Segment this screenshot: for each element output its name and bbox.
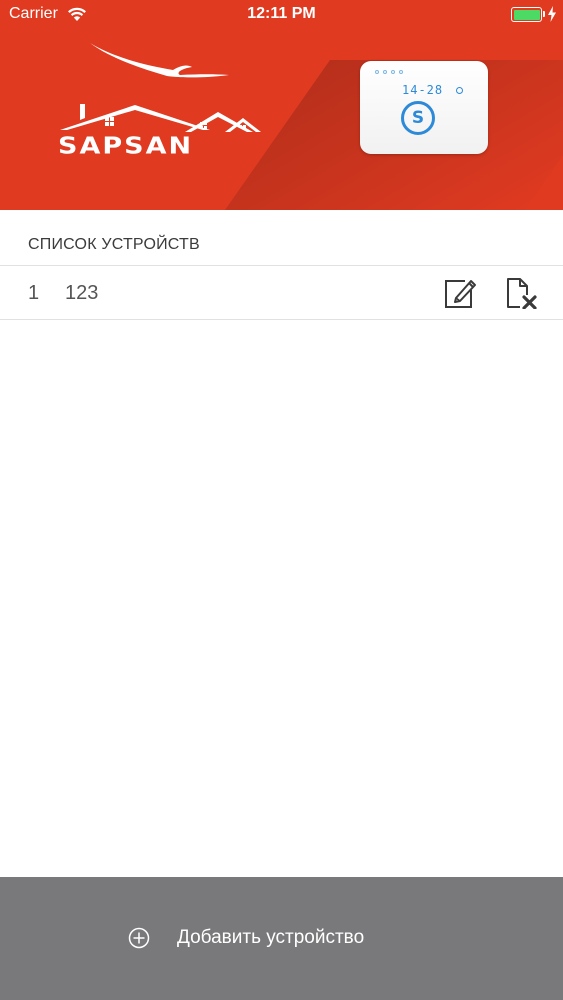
- add-device-label: Добавить устройство: [177, 927, 365, 948]
- device-leds: [375, 70, 403, 74]
- battery-icon: [511, 7, 542, 22]
- clock: 12:11 PM: [247, 5, 316, 22]
- delete-file-icon[interactable]: [505, 277, 539, 309]
- device-row[interactable]: 1 123: [0, 266, 563, 319]
- device-name: 123: [65, 282, 99, 304]
- logo-text: SAPSAN: [58, 133, 194, 160]
- device-list-title: СПИСОК УСТРОЙСТВ: [28, 236, 200, 253]
- add-device-button[interactable]: Добавить устройство: [128, 923, 364, 953]
- divider-bottom: [0, 319, 563, 320]
- charging-bolt-icon: [548, 6, 556, 22]
- device-image: 14-28 S: [360, 61, 488, 154]
- edit-icon[interactable]: [443, 277, 477, 309]
- status-bar: Carrier 12:11 PM: [0, 0, 563, 30]
- device-number: 1: [28, 282, 40, 304]
- plus-circle-icon: [128, 927, 150, 949]
- battery-tip: [543, 11, 545, 17]
- header-banner: Carrier 12:11 PM SAPSAN 14-28 S: [0, 0, 563, 210]
- device-s-button: S: [401, 101, 435, 135]
- device-indicator: [456, 87, 463, 94]
- device-display: 14-28: [402, 83, 444, 97]
- bottom-bar: Добавить устройство: [0, 877, 563, 1000]
